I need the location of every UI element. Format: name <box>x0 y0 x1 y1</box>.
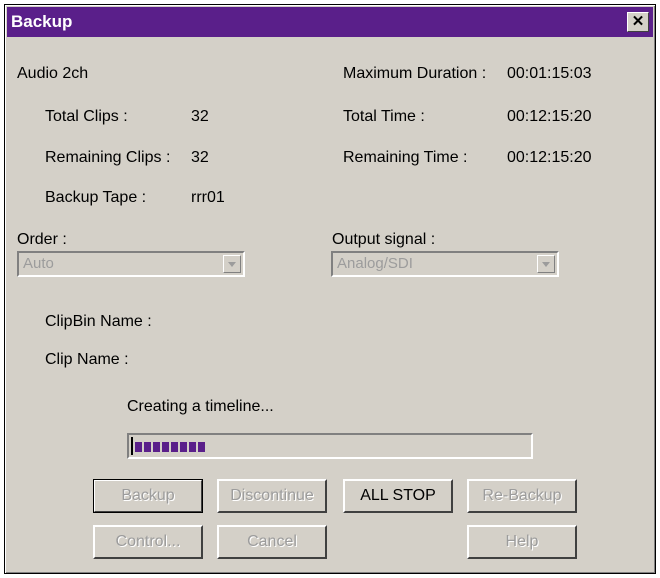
progress-bar <box>127 433 533 459</box>
status-text: Creating a timeline... <box>127 398 274 415</box>
control-button[interactable]: Control... <box>93 525 203 559</box>
backup-tape-value: rrr01 <box>191 189 225 206</box>
title-bar: Backup ✕ <box>7 7 653 37</box>
total-time-label: Total Time : <box>343 108 425 125</box>
output-signal-select[interactable]: Analog/SDI <box>331 251 559 277</box>
audio-channels: Audio 2ch <box>17 65 89 82</box>
output-signal-label: Output signal : <box>332 231 436 248</box>
backup-tape-label: Backup Tape : <box>45 189 147 206</box>
remaining-time-value: 00:12:15:20 <box>507 149 592 166</box>
remaining-time-label: Remaining Time : <box>343 149 468 166</box>
progress-segment <box>135 442 142 452</box>
order-value: Auto <box>23 255 54 272</box>
progress-segment <box>171 442 178 452</box>
progress-segment <box>198 442 205 452</box>
progress-segment <box>144 442 151 452</box>
clip-name-label: Clip Name : <box>45 351 129 368</box>
help-button[interactable]: Help <box>467 525 577 559</box>
max-duration-value: 00:01:15:03 <box>507 65 592 82</box>
progress-segment <box>153 442 160 452</box>
dialog-title: Backup <box>11 12 73 31</box>
progress-segment <box>162 442 169 452</box>
cancel-button[interactable]: Cancel <box>217 525 327 559</box>
backup-button[interactable]: Backup <box>93 479 203 513</box>
max-duration-label: Maximum Duration : <box>343 65 487 82</box>
progress-segment <box>180 442 187 452</box>
discontinue-button[interactable]: Discontinue <box>217 479 327 513</box>
close-icon[interactable]: ✕ <box>627 12 649 32</box>
re-backup-button[interactable]: Re-Backup <box>467 479 577 513</box>
order-label: Order : <box>17 231 67 248</box>
clipbin-name-label: ClipBin Name : <box>45 313 152 330</box>
order-select[interactable]: Auto <box>17 251 245 277</box>
total-clips-label: Total Clips : <box>45 108 128 125</box>
chevron-down-icon[interactable] <box>223 255 241 273</box>
progress-track <box>131 437 529 455</box>
all-stop-button[interactable]: ALL STOP <box>343 479 453 513</box>
progress-segment <box>189 442 196 452</box>
output-signal-value: Analog/SDI <box>337 255 413 272</box>
remaining-clips-value: 32 <box>191 149 209 166</box>
remaining-clips-label: Remaining Clips : <box>45 149 171 166</box>
chevron-down-icon[interactable] <box>537 255 555 273</box>
total-clips-value: 32 <box>191 108 209 125</box>
backup-dialog: Backup ✕ Audio 2ch Maximum Duration : 00… <box>4 4 656 574</box>
total-time-value: 00:12:15:20 <box>507 108 592 125</box>
